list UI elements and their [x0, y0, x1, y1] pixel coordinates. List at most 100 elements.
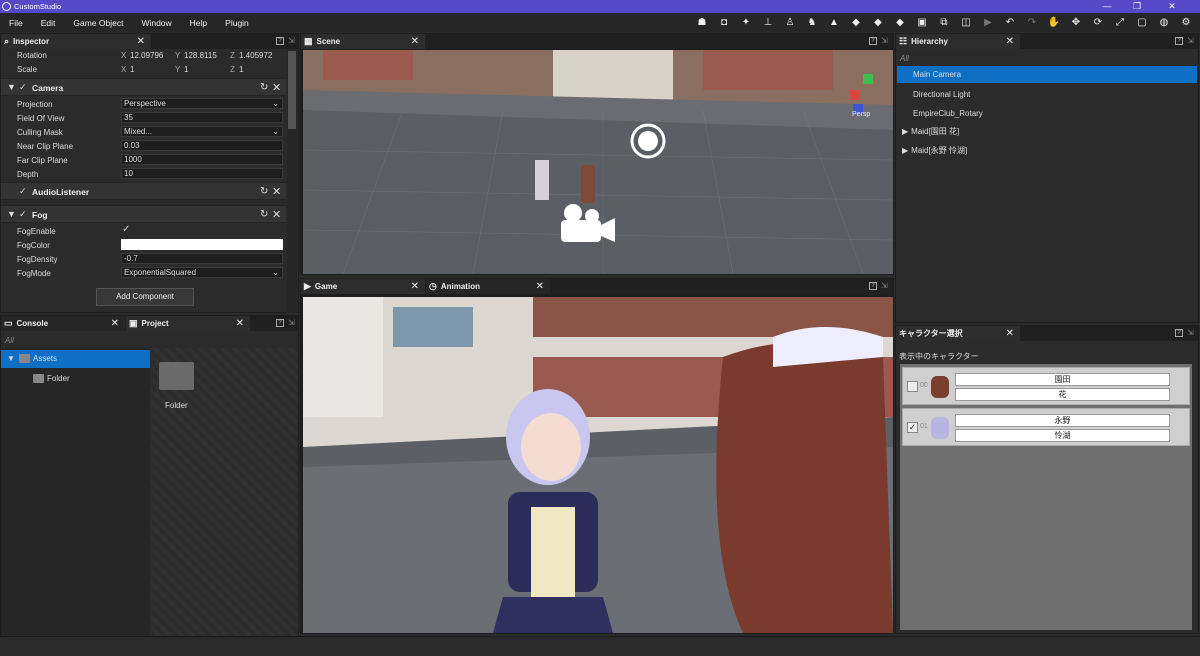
character-row-1[interactable]: ✓ 01 永野 怜湖 — [902, 408, 1190, 446]
folder-icon[interactable] — [159, 362, 194, 390]
close-tab-icon[interactable]: ✕ — [536, 279, 544, 294]
rotation-x-field[interactable]: 12.09796 — [130, 51, 163, 60]
globe-icon[interactable]: ◍ — [1156, 16, 1172, 30]
collapse-arrow-icon[interactable]: ▼ — [7, 209, 16, 219]
culling-select[interactable]: Mixed... ⌄ — [121, 126, 283, 137]
scrollbar-thumb[interactable] — [288, 51, 296, 129]
tab-character-select[interactable]: キャラクター選択 ✕ — [896, 326, 1020, 341]
first-name-button[interactable]: 怜湖 — [955, 429, 1170, 442]
fog-enabled-checkbox[interactable]: ✓ — [19, 209, 27, 220]
projection-select[interactable]: Perspective ⌄ — [121, 98, 283, 109]
tab-game[interactable]: ▶ Game ✕ — [301, 279, 425, 294]
menu-window[interactable]: Window — [132, 18, 180, 28]
move-icon[interactable]: ✥ — [1068, 16, 1084, 30]
help-icon[interactable]: ? — [869, 37, 877, 45]
undock-icon[interactable]: ⇲ — [1187, 37, 1195, 45]
shape-icon[interactable]: ◆ — [848, 16, 864, 30]
tree-item-assets[interactable]: ▼ Assets — [1, 350, 150, 368]
tab-animation[interactable]: ◷ Animation ✕ — [426, 279, 550, 294]
fog-enable-checkbox[interactable]: ✓ — [122, 224, 130, 235]
fov-input[interactable]: 35 — [121, 112, 283, 123]
add-component-button[interactable]: Add Component — [96, 288, 194, 306]
first-name-button[interactable]: 花 — [955, 388, 1170, 401]
hierarchy-item-main-camera[interactable]: Main Camera — [897, 66, 1197, 83]
fog-section-header[interactable]: ▼ ✓ Fog ↻ ✕ — [1, 205, 286, 223]
hierarchy-item-empire-club[interactable]: EmpireClub_Rotary — [897, 105, 1197, 122]
tab-inspector[interactable]: ⌕ Inspector ✕ — [1, 34, 151, 49]
close-tab-icon[interactable]: ✕ — [111, 316, 119, 331]
scale-z-field[interactable]: 1 — [239, 65, 243, 74]
light-icon[interactable]: ✦ — [738, 16, 754, 30]
frame-icon[interactable]: ⧉ — [936, 16, 952, 30]
help-icon[interactable]: ? — [1175, 37, 1183, 45]
last-name-button[interactable]: 園田 — [955, 373, 1170, 386]
scale-x-field[interactable]: 1 — [130, 65, 134, 74]
redo-icon[interactable]: ↷ — [1024, 16, 1040, 30]
tab-hierarchy[interactable]: ☷ Hierarchy ✕ — [896, 34, 1020, 49]
audio-enabled-checkbox[interactable]: ✓ — [19, 186, 27, 197]
hierarchy-item-directional-light[interactable]: Directional Light — [897, 86, 1197, 103]
last-name-button[interactable]: 永野 — [955, 414, 1170, 427]
fog-mode-select[interactable]: ExponentialSquared ⌄ — [121, 267, 283, 278]
menu-help[interactable]: Help — [181, 18, 216, 28]
scale-icon[interactable]: ⤢ — [1112, 16, 1128, 30]
remove-component-icon[interactable]: ✕ — [272, 185, 281, 198]
frame2-icon[interactable]: ◫ — [958, 16, 974, 30]
close-tab-icon[interactable]: ✕ — [1006, 326, 1014, 341]
close-tab-icon[interactable]: ✕ — [137, 34, 145, 49]
menu-file[interactable]: File — [0, 18, 32, 28]
undock-icon[interactable]: ⇲ — [288, 319, 296, 327]
stage-icon[interactable]: ▲ — [826, 16, 842, 30]
settings-icon[interactable]: ⚙ — [1178, 16, 1194, 30]
expand-arrow-icon[interactable]: ▶ — [902, 146, 908, 155]
expand-arrow-icon[interactable]: ▼ — [7, 354, 15, 363]
menu-edit[interactable]: Edit — [32, 18, 65, 28]
help-icon[interactable]: ? — [276, 37, 284, 45]
rotation-z-field[interactable]: 1.405972 — [239, 51, 272, 60]
scale-y-field[interactable]: 1 — [184, 65, 188, 74]
hierarchy-item-maid-2[interactable]: ▶ Maid[永野 怜湖] — [897, 142, 1197, 159]
rect-icon[interactable]: ▢ — [1134, 16, 1150, 30]
shape3-icon[interactable]: ◆ — [892, 16, 908, 30]
close-window-icon[interactable]: ✕ — [1160, 0, 1184, 13]
far-input[interactable]: 1000 — [121, 154, 283, 165]
character-row-0[interactable]: 00 園田 花 — [902, 367, 1190, 405]
shape4-icon[interactable]: ▣ — [914, 16, 930, 30]
remove-component-icon[interactable]: ✕ — [272, 81, 281, 94]
rotate-icon[interactable]: ⟳ — [1090, 16, 1106, 30]
undock-icon[interactable]: ⇲ — [881, 37, 889, 45]
camera-enabled-checkbox[interactable]: ✓ — [19, 82, 27, 93]
shape2-icon[interactable]: ◆ — [870, 16, 886, 30]
character-icon[interactable]: ☗ — [694, 16, 710, 30]
undo-icon[interactable]: ↶ — [1002, 16, 1018, 30]
hand-icon[interactable]: ✋ — [1046, 16, 1062, 30]
play-icon[interactable]: ▶ — [980, 16, 996, 30]
game-viewport[interactable] — [303, 297, 893, 633]
remove-component-icon[interactable]: ✕ — [272, 208, 281, 221]
menu-plugin[interactable]: Plugin — [216, 18, 258, 28]
menu-game-object[interactable]: Game Object — [64, 18, 132, 28]
collapse-arrow-icon[interactable]: ▼ — [7, 82, 16, 92]
inspector-scrollbar[interactable] — [287, 49, 297, 313]
camera-icon[interactable]: ◘ — [716, 16, 732, 30]
maximize-icon[interactable]: ❐ — [1125, 0, 1149, 13]
near-input[interactable]: 0.03 — [121, 140, 283, 151]
help-icon[interactable]: ? — [276, 319, 284, 327]
tab-project[interactable]: ▣ Project ✕ — [126, 316, 250, 331]
depth-input[interactable]: 10 — [121, 168, 283, 179]
tab-console[interactable]: ▭ Console ✕ — [1, 316, 125, 331]
walk-icon[interactable]: ♞ — [804, 16, 820, 30]
hierarchy-item-maid-1[interactable]: ▶ Maid[園田 花] — [897, 123, 1197, 140]
expand-arrow-icon[interactable]: ▶ — [902, 127, 908, 136]
close-tab-icon[interactable]: ✕ — [411, 34, 419, 49]
undock-icon[interactable]: ⇲ — [288, 37, 296, 45]
bone-icon[interactable]: ⊥ — [760, 16, 776, 30]
close-tab-icon[interactable]: ✕ — [1006, 34, 1014, 49]
undock-icon[interactable]: ⇲ — [881, 282, 889, 290]
character-checkbox[interactable] — [907, 381, 918, 392]
tab-scene[interactable]: ▦ Scene ✕ — [301, 34, 425, 49]
undock-icon[interactable]: ⇲ — [1187, 329, 1195, 337]
reset-icon[interactable]: ↻ — [260, 209, 268, 220]
fog-color-swatch[interactable] — [121, 239, 283, 250]
fog-density-input[interactable]: -0.7 — [121, 253, 283, 264]
